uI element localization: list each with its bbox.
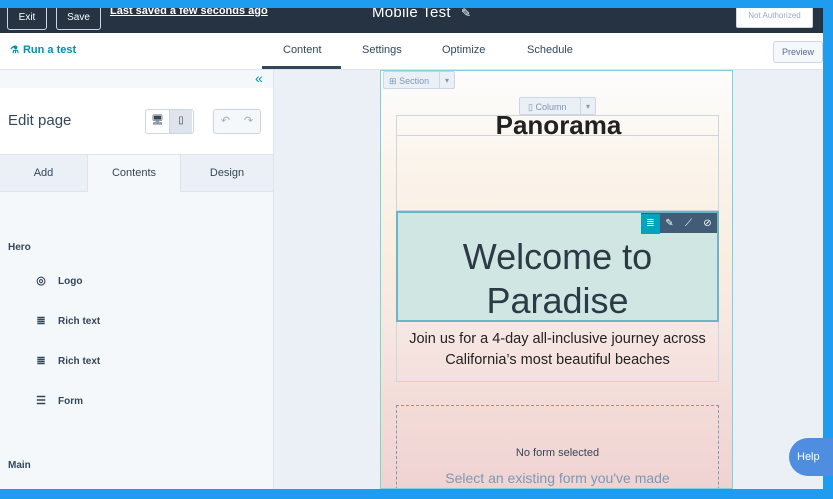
sidebar-subtabs: Add Contents Design <box>0 154 273 192</box>
run-test-label: Run a test <box>22 44 77 56</box>
module-label: Form <box>58 396 83 407</box>
hero-subtext: Join us for a 4-day all-inclusive journe… <box>409 331 706 368</box>
sidebar-title: Edit page <box>8 112 72 129</box>
active-tab-indicator <box>262 66 341 69</box>
device-toggle: 🖥 ▯ <box>145 109 194 134</box>
tab-schedule[interactable]: Schedule <box>527 44 573 56</box>
subtab-add[interactable]: Add <box>0 155 87 191</box>
module-logo[interactable]: ◎ Logo <box>34 274 82 290</box>
page-canvas: ⊞ Section ▾ ▯ Column ▾ Panorama ≣ ✎ ⟋ ⊘ Wel… <box>274 70 823 489</box>
edit-title-pencil-icon[interactable]: ✎ <box>461 8 471 20</box>
section-title-hero: Hero <box>8 242 31 253</box>
rich-text-icon: ≣ <box>36 355 46 367</box>
module-rich-text-2[interactable]: ≣ Rich text <box>34 354 100 370</box>
brush-icon[interactable]: ⟋ <box>679 214 698 234</box>
flask-icon: ⚗ <box>10 45 19 56</box>
authorization-badge: Not Authorized <box>736 8 813 28</box>
run-test-link[interactable]: ⚗ Run a test <box>10 44 76 56</box>
collapse-sidebar-icon[interactable]: « <box>255 70 263 86</box>
form-module[interactable]: No form selected Select an existing form… <box>396 405 719 488</box>
subtab-contents[interactable]: Contents <box>87 155 181 192</box>
form-prompt: Select an existing form you've made <box>445 470 670 486</box>
page-preview: ⊞ Section ▾ ▯ Column ▾ Panorama ≣ ✎ ⟋ ⊘ Wel… <box>380 70 733 489</box>
tab-optimize[interactable]: Optimize <box>442 44 485 56</box>
module-form[interactable]: ☰ Form <box>34 394 83 410</box>
heading-row[interactable]: Panorama <box>396 110 719 140</box>
section-icon: ⊞ <box>389 76 397 86</box>
pencil-icon[interactable]: ✎ <box>660 214 679 234</box>
module-rich-text-1[interactable]: ≣ Rich text <box>34 314 100 330</box>
page-title: Mobile Test <box>372 8 451 21</box>
save-button[interactable]: Save <box>56 8 101 30</box>
history-controls: ↶ ↷ <box>213 109 261 134</box>
tab-settings[interactable]: Settings <box>362 44 402 56</box>
preview-button[interactable]: Preview <box>773 41 823 63</box>
rich-text-icon: ≣ <box>36 315 46 327</box>
tab-content[interactable]: Content <box>283 44 322 56</box>
section-chip-label: Section <box>399 76 430 86</box>
module-label: Logo <box>58 276 83 287</box>
editor-window: Exit Save Last saved a few seconds ago M… <box>0 8 823 489</box>
spacer-row <box>396 136 719 211</box>
logo-icon: ◎ <box>36 275 46 287</box>
form-status: No form selected <box>515 447 600 459</box>
last-saved-link[interactable]: Last saved a few seconds ago <box>110 8 268 17</box>
editor-nav: ⚗ Run a test Content Settings Optimize Sc… <box>0 33 823 70</box>
hero-text: Welcome to Paradise <box>462 236 653 321</box>
edit-header: Edit page 🖥 ▯ ↶ ↷ <box>0 88 273 154</box>
redo-icon[interactable]: ↷ <box>237 110 260 133</box>
module-toolbar: ≣ ✎ ⟋ ⊘ <box>641 213 717 234</box>
selected-rich-text-module[interactable]: ≣ ✎ ⟋ ⊘ Welcome to Paradise <box>396 211 719 322</box>
undo-icon[interactable]: ↶ <box>214 110 237 133</box>
top-bar: Exit Save Last saved a few seconds ago M… <box>0 8 823 33</box>
module-label: Rich text <box>58 316 101 327</box>
section-title-main: Main <box>8 460 31 471</box>
sidebar: « Edit page 🖥 ▯ ↶ ↷ Add Contents Design … <box>0 70 274 489</box>
section-chip[interactable]: ⊞ Section ▾ <box>383 71 455 89</box>
help-button[interactable]: Help <box>789 438 833 476</box>
exit-button[interactable]: Exit <box>7 8 47 30</box>
hide-eye-icon[interactable]: ⊘ <box>698 214 717 234</box>
chevron-down-icon[interactable]: ▾ <box>439 72 454 88</box>
desktop-view-icon[interactable]: 🖥 <box>146 110 169 133</box>
module-label: Rich text <box>58 356 101 367</box>
rich-text-icon[interactable]: ≣ <box>641 214 660 234</box>
subtab-design[interactable]: Design <box>181 155 273 191</box>
mobile-view-icon[interactable]: ▯ <box>169 110 192 133</box>
form-icon: ☰ <box>36 395 46 407</box>
